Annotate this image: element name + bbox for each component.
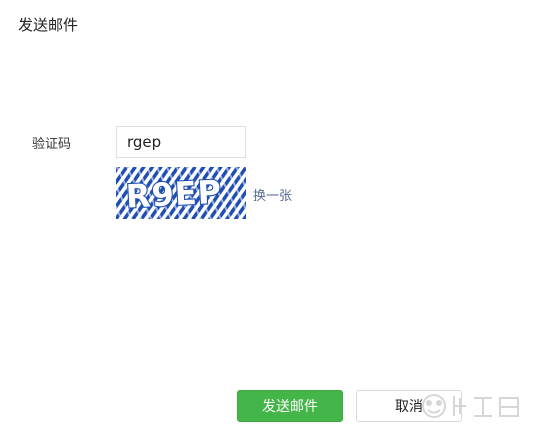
captcha-input[interactable] (116, 126, 246, 158)
send-mail-button[interactable]: 发送邮件 (237, 390, 343, 422)
captcha-label: 验证码 (32, 137, 72, 152)
refresh-captcha-link[interactable]: 换一张 (253, 185, 292, 204)
send-mail-dialog: 发送邮件 验证码 R9EP 换一张 发送邮件 取消 (0, 0, 540, 440)
baidu-jingyan-watermark-icon (414, 386, 534, 426)
captcha-image-text: R9EP (125, 173, 223, 216)
captcha-image: R9EP (116, 167, 246, 219)
dialog-title: 发送邮件 (18, 16, 79, 34)
